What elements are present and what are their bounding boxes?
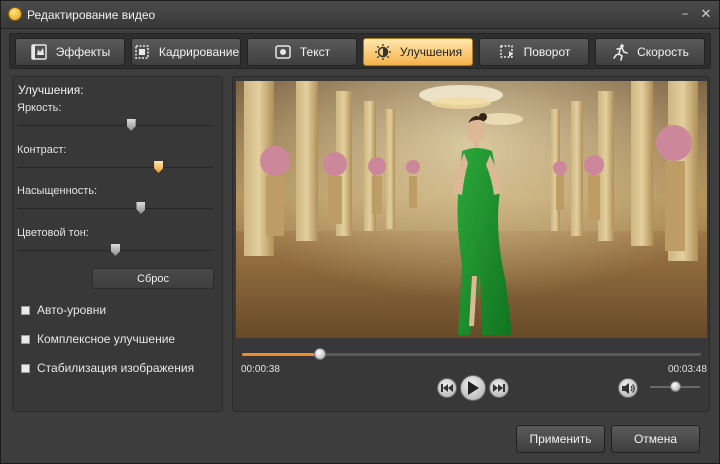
stabilization-checkbox[interactable]: Стабилизация изображения	[21, 361, 194, 375]
tab-label: Кадрирование	[158, 45, 240, 59]
saturation-slider[interactable]	[17, 202, 213, 214]
video-frame-image	[236, 81, 707, 338]
hue-slider[interactable]	[17, 244, 213, 256]
text-icon	[274, 43, 292, 61]
speed-icon	[611, 43, 629, 61]
brightness-slider[interactable]	[17, 119, 213, 131]
tab-label: Поворот	[523, 45, 571, 59]
complex-enhancement-checkbox[interactable]: Комплексное улучшение	[21, 332, 175, 346]
volume-thumb[interactable]	[670, 381, 681, 392]
saturation-label: Насыщенность:	[17, 185, 98, 197]
skip-forward-icon	[493, 384, 505, 392]
enhancements-panel: Улучшения: Яркость: Контраст: Насыщеннос…	[12, 76, 223, 412]
brightness-thumb[interactable]	[126, 119, 136, 131]
cancel-button[interactable]: Отмена	[611, 425, 700, 453]
tab-label: Скорость	[637, 45, 689, 59]
current-time: 00:00:38	[241, 364, 280, 375]
panel-heading: Улучшения:	[18, 83, 84, 97]
checkbox-label: Комплексное улучшение	[37, 332, 176, 346]
tab-speed[interactable]: Скорость	[595, 38, 705, 66]
brightness-label: Яркость:	[17, 102, 62, 114]
tab-label: Текст	[299, 45, 331, 59]
app-icon	[8, 7, 22, 21]
minimize-button[interactable]: −	[677, 7, 693, 21]
speaker-icon	[621, 382, 635, 394]
hue-thumb[interactable]	[111, 244, 120, 256]
close-button[interactable]: ✕	[698, 7, 714, 21]
checkbox-box[interactable]	[21, 305, 30, 315]
effects-icon	[30, 43, 48, 61]
checkbox-box[interactable]	[21, 334, 30, 344]
checkbox-label: Стабилизация изображения	[37, 361, 195, 375]
tab-label: Улучшения	[399, 45, 463, 59]
tab-crop[interactable]: Кадрирование	[131, 38, 241, 66]
apply-button[interactable]: Применить	[516, 425, 605, 453]
rotate-icon	[498, 43, 516, 61]
tab-enhancements[interactable]: Улучшения	[363, 38, 473, 66]
tab-bar: Эффекты Кадрирование Текст Улучшения Пов…	[9, 33, 711, 69]
saturation-thumb[interactable]	[136, 202, 146, 214]
seek-bar-progress	[242, 353, 321, 356]
skip-back-button[interactable]	[437, 378, 457, 398]
seek-bar-thumb[interactable]	[314, 348, 327, 360]
total-time: 00:03:48	[668, 364, 707, 375]
contrast-label: Контраст:	[17, 144, 67, 156]
crop-icon	[133, 43, 151, 61]
checkbox-box[interactable]	[21, 363, 30, 373]
play-button[interactable]	[460, 375, 486, 401]
window-title: Редактирование видео	[27, 8, 156, 22]
auto-levels-checkbox[interactable]: Авто-уровни	[21, 303, 106, 317]
mute-button[interactable]	[618, 378, 638, 398]
title-bar: Редактирование видео − ✕	[1, 1, 719, 29]
preview-panel: 00:00:38 00:03:48	[232, 76, 710, 412]
skip-back-icon	[441, 384, 453, 392]
contrast-slider[interactable]	[17, 161, 213, 173]
seek-bar[interactable]	[242, 348, 701, 360]
skip-forward-button[interactable]	[489, 378, 509, 398]
tab-text[interactable]: Текст	[247, 38, 357, 66]
tab-rotate[interactable]: Поворот	[479, 38, 589, 66]
video-preview[interactable]	[236, 81, 707, 338]
tab-effects[interactable]: Эффекты	[15, 38, 125, 66]
reset-button[interactable]: Сброс	[92, 268, 214, 289]
play-icon	[468, 381, 479, 395]
enhance-icon	[374, 43, 392, 61]
tab-label: Эффекты	[55, 45, 111, 59]
video-editor-window: Редактирование видео − ✕ Эффекты Кадриро…	[0, 0, 720, 464]
hue-label: Цветовой тон:	[17, 227, 89, 239]
checkbox-label: Авто-уровни	[37, 303, 107, 317]
volume-slider[interactable]	[650, 381, 700, 392]
contrast-thumb[interactable]	[154, 161, 164, 173]
